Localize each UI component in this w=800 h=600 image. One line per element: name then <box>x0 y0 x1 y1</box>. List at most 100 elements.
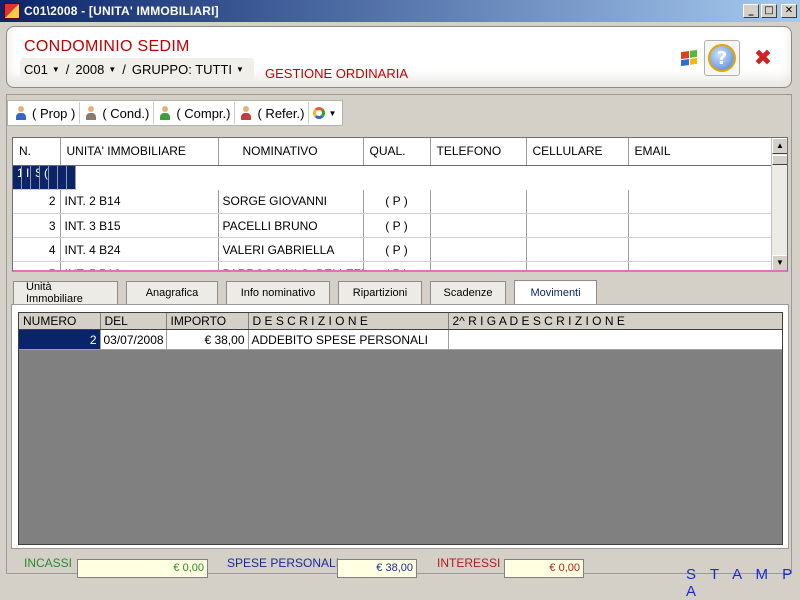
table-row[interactable]: 3 INT. 3 B15 PACELLI BRUNO ( P ) <box>13 213 774 238</box>
units-table: N. UNITA' IMMOBILIARE NOMINATIVO QUAL. T… <box>12 137 788 272</box>
col-qual[interactable]: QUAL. <box>363 138 431 166</box>
interessi-label: INTERESSI <box>437 556 501 570</box>
cell-phone <box>430 261 527 270</box>
referent-icon <box>239 105 253 121</box>
tab-movimenti[interactable]: Movimenti <box>514 280 597 305</box>
units-header-row: N. UNITA' IMMOBILIARE NOMINATIVO QUAL. T… <box>13 138 774 166</box>
close-window-button[interactable]: ✕ <box>781 4 797 18</box>
cell-email <box>67 165 76 190</box>
cell-mobile <box>58 165 67 190</box>
separator: / <box>122 61 126 77</box>
minimize-button[interactable]: _ <box>743 4 759 18</box>
color-ring-icon <box>313 107 326 119</box>
cell-email <box>628 237 774 262</box>
refer-button[interactable]: ( Refer.) <box>235 102 310 124</box>
cell-mobile <box>526 261 629 270</box>
code-select[interactable]: C01 ▼ <box>24 62 60 77</box>
col-mobile[interactable]: CELLULARE <box>526 138 629 166</box>
col-email[interactable]: EMAIL <box>628 138 774 166</box>
table-row[interactable]: 2 03/07/2008 € 38,00 ADDEBITO SPESE PERS… <box>19 329 782 350</box>
cell-name: SORGE GIOVANNI <box>218 189 364 214</box>
movements-header-row: NUMERO DEL IMPORTO D E S C R I Z I O N E… <box>19 313 782 330</box>
chevron-down-icon: ▼ <box>51 64 60 74</box>
tab-unita-immobiliare[interactable]: Unità Immobiliare <box>13 281 118 305</box>
refer-label: ( Refer.) <box>257 105 305 121</box>
cell-n: 5 <box>13 261 61 270</box>
options-dropdown[interactable]: ▼ <box>309 102 340 124</box>
cell-del: 03/07/2008 <box>100 329 167 350</box>
help-button[interactable]: ? <box>704 40 740 76</box>
cond-button[interactable]: ( Cond.) <box>80 102 155 124</box>
cell-numero: 2 <box>19 329 101 350</box>
cell-unit: INT. 4 B24 <box>60 237 219 262</box>
col-name[interactable]: NOMINATIVO <box>218 138 364 166</box>
cell-phone <box>49 165 58 190</box>
cell-descrizione2 <box>448 329 782 350</box>
cell-qual: ( P ) <box>363 237 431 262</box>
cell-email <box>628 213 774 238</box>
tab-strip: Unità Immobiliare Anagrafica Info nomina… <box>13 280 605 305</box>
cell-phone <box>430 189 527 214</box>
tab-anagrafica[interactable]: Anagrafica <box>126 281 218 304</box>
table-row[interactable]: 5 INT. 5 B16 PARROCCINI G. BELLEZZE ( P … <box>13 261 774 270</box>
tab-scadenze[interactable]: Scadenze <box>430 281 506 304</box>
cell-name: PARROCCINI G. BELLEZZE <box>218 261 364 270</box>
cell-email <box>628 189 774 214</box>
header-panel: CONDOMINIO SEDIM C01 ▼ / 2008 ▼ / GRUPPO… <box>6 26 792 88</box>
close-icon: ✖ <box>753 45 773 71</box>
incassi-label: INCASSI <box>24 556 73 570</box>
owner-icon <box>14 105 28 121</box>
cell-mobile <box>526 213 629 238</box>
cell-unit: INT. 3 B15 <box>60 213 219 238</box>
help-icon: ? <box>708 44 736 72</box>
col-descrizione[interactable]: D E S C R I Z I O N E <box>248 313 449 330</box>
col-importo[interactable]: IMPORTO <box>166 313 249 330</box>
tab-ripartizioni[interactable]: Ripartizioni <box>338 281 422 304</box>
cell-qual: ( P ) <box>363 189 431 214</box>
col-numero[interactable]: NUMERO <box>19 313 101 330</box>
co-owner-icon <box>158 105 172 121</box>
cell-name: PACELLI BRUNO <box>218 213 364 238</box>
col-del[interactable]: DEL <box>100 313 167 330</box>
table-row[interactable]: 2 INT. 2 B14 SORGE GIOVANNI ( P ) <box>13 189 774 214</box>
chevron-down-icon: ▼ <box>236 64 244 74</box>
toolbar: ( Prop ) ( Cond.) ( Compr.) ( Refer.) ▼ <box>7 100 344 126</box>
title-bar: C01\2008 - [UNITA' IMMOBILIARI] _ □ ✕ <box>0 0 800 22</box>
cell-qual: ( P ) <box>40 165 49 190</box>
chevron-down-icon: ▼ <box>328 108 337 118</box>
col-descrizione2[interactable]: 2^ R I G A D E S C R I Z I O N E <box>448 313 782 330</box>
maximize-button[interactable]: □ <box>761 4 777 18</box>
cell-descrizione: ADDEBITO SPESE PERSONALI <box>248 329 449 350</box>
group-select[interactable]: GRUPPO: TUTTI ▼ <box>132 62 244 77</box>
compr-label: ( Compr.) <box>176 105 231 121</box>
cell-n: 1 <box>13 165 22 190</box>
cell-name: VALERI GABRIELLA <box>218 237 364 262</box>
scroll-down-button[interactable]: ▼ <box>772 255 787 270</box>
close-button[interactable]: ✖ <box>745 40 781 76</box>
prop-button[interactable]: ( Prop ) <box>10 102 81 124</box>
tab-info-nominativo[interactable]: Info nominativo <box>226 281 330 304</box>
windows-button[interactable] <box>671 40 707 76</box>
print-link[interactable]: S T A M P A <box>686 566 800 600</box>
cell-qual: ( P ) <box>363 213 431 238</box>
year-select[interactable]: 2008 ▼ <box>75 62 116 77</box>
cell-unit: INT. 2 B14 <box>60 189 219 214</box>
table-row[interactable]: 1 INT. 1 B20°C13 SABATINI CLARA ( P ) <box>13 165 76 190</box>
vertical-scrollbar[interactable]: ▲ ▼ <box>771 138 787 270</box>
cell-importo: € 38,00 <box>166 329 249 350</box>
scroll-up-button[interactable]: ▲ <box>772 138 787 154</box>
col-phone[interactable]: TELEFONO <box>430 138 527 166</box>
incassi-value: € 0,00 <box>77 559 208 578</box>
cell-unit: INT. 5 B16 <box>60 261 219 270</box>
code-value: C01 <box>24 61 48 77</box>
col-unit[interactable]: UNITA' IMMOBILIARE <box>60 138 219 166</box>
spese-label: SPESE PERSONALI <box>227 556 340 570</box>
scroll-thumb[interactable] <box>772 155 787 165</box>
management-label: GESTIONE ORDINARIA <box>265 66 409 81</box>
col-n[interactable]: N. <box>13 138 61 166</box>
spese-value: € 38,00 <box>337 559 417 578</box>
cell-n: 2 <box>13 189 61 214</box>
cell-qual: ( P ) <box>363 261 431 270</box>
compr-button[interactable]: ( Compr.) <box>154 102 236 124</box>
table-row[interactable]: 4 INT. 4 B24 VALERI GABRIELLA ( P ) <box>13 237 774 262</box>
